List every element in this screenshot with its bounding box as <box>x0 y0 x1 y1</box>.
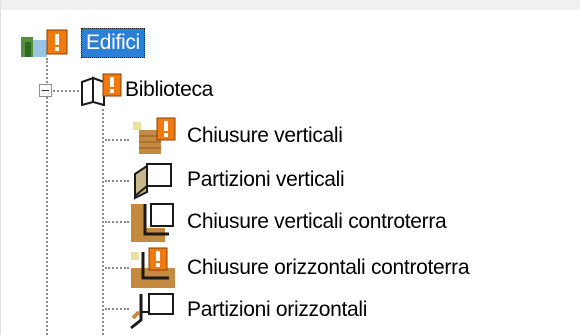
tree-view[interactable]: Edifici Biblioteca Chiusure verticali Pa… <box>0 0 580 335</box>
tree-connector-root <box>46 58 48 335</box>
tree-connector-item <box>105 267 129 269</box>
tree-node-label[interactable]: Chiusure orizzontali controterra <box>187 256 470 280</box>
tree-node-item[interactable]: Partizioni orizzontali <box>129 290 367 330</box>
tree-node-label[interactable]: Chiusure verticali controterra <box>187 210 447 234</box>
collapse-toggle[interactable] <box>39 84 52 97</box>
vertical-partition-icon <box>129 160 179 205</box>
tree-connector-item <box>105 139 129 141</box>
tree-connector-item <box>105 221 129 223</box>
tree-connector-item <box>105 308 129 310</box>
tree-node-item[interactable]: Chiusure orizzontali controterra <box>129 246 470 290</box>
tree-node-label[interactable]: Partizioni orizzontali <box>187 298 367 322</box>
tree-node-root[interactable]: Edifici <box>19 26 145 60</box>
tree-connector-library <box>49 90 79 92</box>
tree-connector-library-children <box>102 104 104 335</box>
tree-node-label[interactable]: Edifici <box>81 28 145 58</box>
tree-node-label[interactable]: Partizioni verticali <box>187 168 345 192</box>
tree-connector-item <box>105 180 129 182</box>
tree-node-label[interactable]: Biblioteca <box>125 78 213 102</box>
book-warning-icon <box>79 72 123 111</box>
tree-node-library[interactable]: Biblioteca <box>79 72 213 108</box>
tree-node-label[interactable]: Chiusure verticali <box>187 124 343 148</box>
ground-slab-warning-icon <box>129 246 179 295</box>
tree-node-item[interactable]: Chiusure verticali controterra <box>129 200 447 244</box>
tree-top-border <box>1 0 580 10</box>
building-warning-icon <box>19 28 69 65</box>
retaining-wall-icon <box>129 200 179 249</box>
wall-warning-icon <box>129 116 179 161</box>
tree-node-item[interactable]: Chiusure verticali <box>129 116 343 156</box>
floor-partition-icon <box>129 290 179 335</box>
tree-node-item[interactable]: Partizioni verticali <box>129 160 345 200</box>
